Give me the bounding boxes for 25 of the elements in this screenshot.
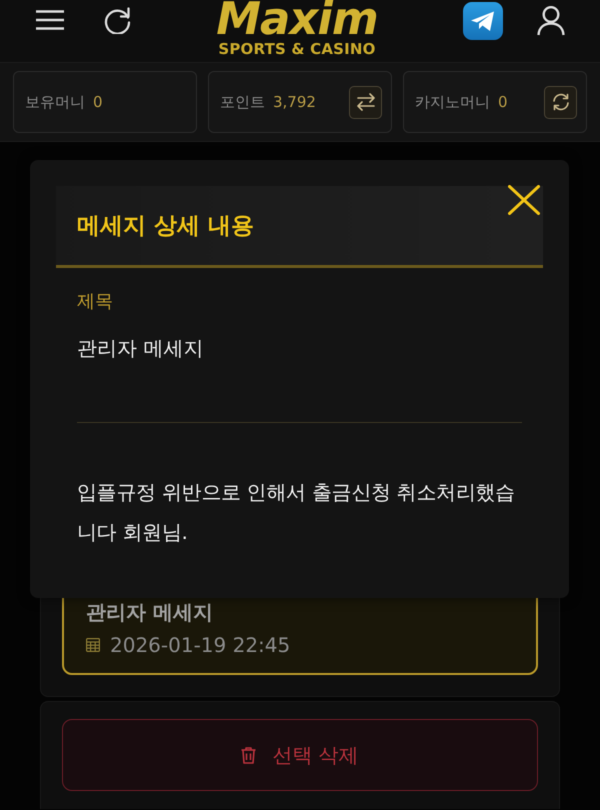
exchange-button[interactable] (349, 86, 382, 118)
refresh-icon (552, 93, 570, 111)
calendar-icon (86, 638, 100, 652)
message-title: 관리자 메세지 (86, 599, 213, 625)
trash-icon (241, 746, 256, 764)
logo-title[interactable]: Maxim (216, 0, 378, 41)
subject-text: 관리자 메세지 (77, 335, 204, 362)
balance-value: 0 (93, 93, 103, 111)
balance-label: 포인트 (220, 92, 265, 112)
menu-icon[interactable] (36, 10, 64, 30)
balance-label: 카지노머니 (415, 92, 490, 112)
exchange-icon (356, 93, 374, 111)
balance-value: 3,792 (273, 93, 316, 111)
logo-subtitle: SPORTS & CASINO (218, 41, 376, 57)
user-icon[interactable] (537, 6, 565, 36)
telegram-icon[interactable] (463, 2, 503, 40)
subject-label: 제목 (77, 290, 113, 314)
refresh-button[interactable] (544, 86, 577, 118)
balance-label: 보유머니 (25, 92, 85, 112)
close-icon[interactable] (508, 185, 540, 215)
message-date: 2026-01-19 22:45 (110, 632, 290, 659)
message-body: 입플규정 위반으로 인해서 출금신청 취소처리했습니다 회원님. (77, 479, 516, 546)
modal-title: 메세지 상세 내용 (77, 212, 254, 241)
refresh-icon[interactable] (103, 6, 131, 34)
balance-value: 0 (498, 93, 508, 111)
